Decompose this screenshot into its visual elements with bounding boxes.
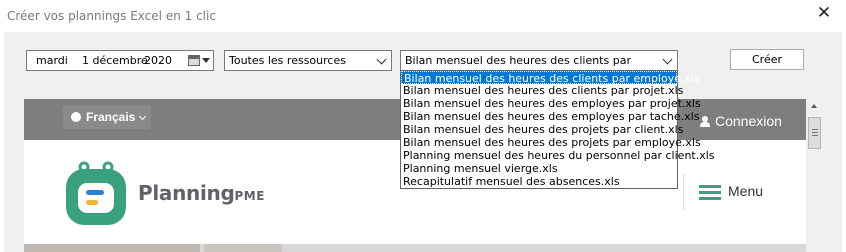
brand-main: Planning: [138, 181, 235, 205]
report-select[interactable]: Bilan mensuel des heures des clients par…: [400, 50, 678, 86]
scroll-up-icon[interactable]: [811, 104, 817, 108]
create-button[interactable]: Créer: [730, 49, 804, 70]
report-option[interactable]: Bilan mensuel des heures des employes pa…: [401, 97, 701, 110]
calendar-icon: [188, 55, 200, 66]
chevron-down-icon: [139, 112, 147, 121]
report-option[interactable]: Planning mensuel des heures du personnel…: [401, 149, 715, 162]
dialog-window: Créer vos plannings Excel en 1 clic ✕ ma…: [0, 0, 846, 252]
resources-select[interactable]: Toutes les ressources: [224, 50, 392, 71]
vertical-scrollbar[interactable]: [806, 99, 823, 252]
report-option[interactable]: Bilan mensuel des heures des clients par…: [401, 71, 700, 85]
hero-image: [24, 244, 806, 252]
globe-icon: [71, 112, 81, 122]
report-option[interactable]: Bilan mensuel des heures des projets par…: [401, 136, 701, 149]
window-title: Créer vos plannings Excel en 1 clic: [7, 9, 216, 23]
user-icon: [700, 116, 710, 127]
language-selector[interactable]: Français: [63, 105, 151, 129]
divider: [683, 174, 684, 210]
hamburger-icon: [699, 185, 721, 200]
login-link[interactable]: Connexion: [700, 113, 782, 129]
chevron-down-icon: [662, 54, 673, 65]
language-label: Français: [86, 110, 136, 124]
report-option[interactable]: Bilan mensuel des heures des projets par…: [401, 123, 683, 136]
menu-label: Menu: [728, 183, 764, 199]
date-picker[interactable]: mardi 1 décembre 2020: [26, 50, 214, 71]
arrow-down-icon: [202, 58, 210, 63]
report-option[interactable]: Recapitulatif mensuel des absences.xls: [401, 175, 677, 188]
calendar-dropdown-icon[interactable]: [187, 53, 211, 68]
report-option[interactable]: Planning mensuel vierge.xls: [401, 162, 677, 175]
date-weekday: mardi: [36, 54, 68, 67]
report-option[interactable]: Bilan mensuel des heures des employes pa…: [401, 110, 699, 123]
date-day-month: 1 décembre: [82, 54, 148, 67]
scroll-thumb[interactable]: [808, 117, 821, 149]
report-options-list: Bilan mensuel des heures des clients par…: [400, 70, 715, 189]
date-year: 2020: [144, 54, 172, 67]
close-icon[interactable]: ✕: [813, 2, 835, 24]
login-label: Connexion: [715, 113, 782, 129]
brand-name: PlanningPME: [138, 181, 265, 205]
chevron-down-icon: [376, 54, 387, 65]
planningpme-logo: [66, 161, 126, 225]
brand-suffix: PME: [234, 189, 265, 203]
report-option[interactable]: Bilan mensuel des heures des clients par…: [401, 84, 683, 97]
resources-selected-value: Toutes les ressources: [229, 54, 346, 67]
